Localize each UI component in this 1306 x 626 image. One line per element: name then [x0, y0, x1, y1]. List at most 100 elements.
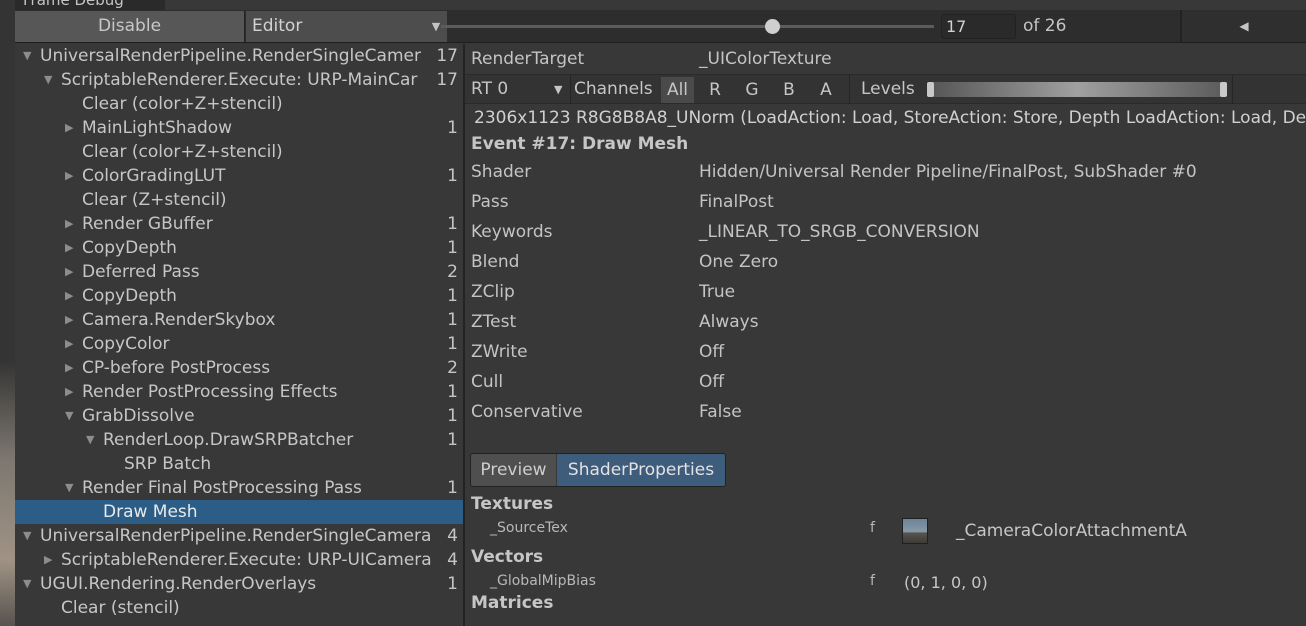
- tree-row-count: 1: [447, 286, 458, 306]
- triangle-right-icon[interactable]: ▶: [65, 308, 79, 332]
- triangle-right-icon[interactable]: ▶: [65, 284, 79, 308]
- triangle-down-icon[interactable]: ▼: [65, 476, 79, 500]
- texture-type: f: [870, 520, 875, 536]
- channel-button-b[interactable]: B: [774, 77, 804, 103]
- triangle-right-icon[interactable]: ▶: [65, 212, 79, 236]
- textures-heading: Textures: [471, 494, 554, 514]
- divider: [849, 75, 850, 104]
- texture-value: _CameraColorAttachmentA: [956, 521, 1187, 541]
- tree-row[interactable]: ▼ UniversalRenderPipeline.RenderSingleCam…: [15, 524, 463, 548]
- event-index-field[interactable]: 17: [941, 14, 1016, 39]
- texture-thumbnail[interactable]: [902, 518, 928, 544]
- tree-row-label: CopyDepth: [82, 286, 177, 306]
- triangle-down-icon[interactable]: ▼: [23, 572, 37, 596]
- tree-row[interactable]: ▶ Render GBuffer 1: [15, 212, 463, 236]
- tree-row[interactable]: ▼ RenderLoop.DrawSRPBatcher 1: [15, 428, 463, 452]
- vector-name: _GlobalMipBias: [490, 573, 596, 589]
- tree-row-count: 1: [447, 430, 458, 450]
- event-property-row: ZTest Always: [471, 312, 759, 332]
- event-property-row: Blend One Zero: [471, 252, 778, 272]
- tree-row[interactable]: ▼ UGUI.Rendering.RenderOverlays 1: [15, 572, 463, 596]
- event-slider-thumb[interactable]: [764, 19, 780, 34]
- render-target-row: RenderTarget _UIColorTexture: [471, 49, 832, 69]
- tree-row[interactable]: ▶ CopyDepth 1: [15, 284, 463, 308]
- tree-row[interactable]: Clear (Z+stencil): [15, 188, 463, 212]
- tree-row-count: 17: [436, 70, 458, 90]
- tree-row-count: 1: [447, 406, 458, 426]
- tree-row[interactable]: ▼ ScriptableRenderer.Execute: URP-MainCar…: [15, 68, 463, 92]
- background-window-strip: [0, 0, 15, 626]
- channels-label: Channels: [574, 79, 653, 99]
- triangle-right-icon[interactable]: ▶: [65, 356, 79, 380]
- tree-row[interactable]: ▶ MainLightShadow 1: [15, 116, 463, 140]
- tree-row[interactable]: ▶ Deferred Pass 2: [15, 260, 463, 284]
- tree-row-label: CP-before PostProcess: [82, 358, 271, 378]
- channel-button-all[interactable]: All: [661, 77, 694, 103]
- disable-button[interactable]: Disable: [15, 11, 245, 42]
- event-property-row: ZClip True: [471, 282, 735, 302]
- tree-row-label: Render PostProcessing Effects: [82, 382, 338, 402]
- tree-row[interactable]: Draw Mesh: [15, 500, 463, 524]
- triangle-down-icon[interactable]: ▼: [86, 428, 100, 452]
- triangle-right-icon[interactable]: ▶: [65, 164, 79, 188]
- tree-row-label: UGUI.Rendering.RenderOverlays: [40, 574, 317, 594]
- tree-row[interactable]: ▶ CP-before PostProcess 2: [15, 356, 463, 380]
- channel-button-g[interactable]: G: [737, 77, 767, 103]
- triangle-right-icon[interactable]: ▶: [65, 236, 79, 260]
- tree-row[interactable]: ▼ UniversalRenderPipeline.RenderSingleCam…: [15, 44, 463, 68]
- triangle-right-icon[interactable]: ▶: [44, 548, 58, 572]
- tree-row-label: UniversalRenderPipeline.RenderSingleCame…: [40, 526, 432, 546]
- toolbar: Disable Editor ▼ 17 of 26 ◀: [15, 10, 1306, 43]
- event-property-value: True: [699, 282, 736, 302]
- vector-type: f: [870, 573, 875, 589]
- tree-row[interactable]: ▶ Camera.RenderSkybox 1: [15, 308, 463, 332]
- tree-row[interactable]: ▶ ColorGradingLUT 1: [15, 164, 463, 188]
- levels-slider[interactable]: [927, 82, 1227, 97]
- tree-row[interactable]: ▶ Render PostProcessing Effects 1: [15, 380, 463, 404]
- tree-row[interactable]: ▶ CopyColor 1: [15, 332, 463, 356]
- tab-shader-properties[interactable]: ShaderProperties: [557, 454, 725, 486]
- tree-row[interactable]: ▼ Render Final PostProcessing Pass 1: [15, 476, 463, 500]
- tree-row-label: Render Final PostProcessing Pass: [82, 478, 362, 498]
- triangle-right-icon[interactable]: ▶: [65, 380, 79, 404]
- target-dropdown-label: Editor: [252, 16, 303, 36]
- levels-max-handle[interactable]: [1220, 82, 1227, 97]
- triangle-down-icon[interactable]: ▼: [65, 404, 79, 428]
- divider: [570, 75, 571, 104]
- tree-row-label: RenderLoop.DrawSRPBatcher: [103, 430, 354, 450]
- event-property-key: ZTest: [471, 312, 517, 332]
- tab-preview[interactable]: Preview: [471, 454, 556, 486]
- chevron-down-icon: ▼: [554, 83, 563, 96]
- triangle-down-icon[interactable]: ▼: [44, 68, 58, 92]
- rt-select-dropdown[interactable]: RT 0 ▼: [471, 75, 569, 104]
- event-property-row: Keywords _LINEAR_TO_SRGB_CONVERSION: [471, 222, 980, 242]
- triangle-down-icon[interactable]: ▼: [23, 44, 37, 68]
- event-property-row: Pass FinalPost: [471, 192, 774, 212]
- triangle-right-icon[interactable]: ▶: [65, 332, 79, 356]
- render-target-info: 2306x1123 R8G8B8A8_UNorm (LoadAction: Lo…: [474, 108, 1306, 128]
- tree-row[interactable]: Clear (stencil): [15, 596, 463, 620]
- tree-row-count: 2: [447, 262, 458, 282]
- tree-row[interactable]: Clear (color+Z+stencil): [15, 140, 463, 164]
- tree-row-label: CopyColor: [82, 334, 170, 354]
- channel-button-r[interactable]: R: [700, 77, 730, 103]
- matrices-heading: Matrices: [471, 593, 554, 613]
- tree-row-label: SRP Batch: [124, 454, 212, 474]
- levels-min-handle[interactable]: [927, 82, 934, 97]
- rt-select-value: RT 0: [471, 79, 509, 99]
- event-property-value: Off: [699, 372, 725, 392]
- tree-row-label: Deferred Pass: [82, 262, 200, 282]
- tree-row[interactable]: Clear (color+Z+stencil): [15, 92, 463, 116]
- event-slider-track[interactable]: [441, 25, 934, 28]
- tree-row[interactable]: ▶ CopyDepth 1: [15, 236, 463, 260]
- triangle-right-icon[interactable]: ▶: [65, 116, 79, 140]
- tree-row[interactable]: ▼ GrabDissolve 1: [15, 404, 463, 428]
- tree-row[interactable]: ▶ ScriptableRenderer.Execute: URP-UICamer…: [15, 548, 463, 572]
- triangle-right-icon[interactable]: ▶: [65, 260, 79, 284]
- channel-button-a[interactable]: A: [811, 77, 841, 103]
- window-tab[interactable]: Frame Debug: [15, 0, 165, 10]
- tree-row[interactable]: SRP Batch: [15, 452, 463, 476]
- triangle-down-icon[interactable]: ▼: [23, 524, 37, 548]
- previous-event-button[interactable]: ◀: [1182, 11, 1306, 42]
- target-dropdown[interactable]: Editor ▼: [246, 11, 447, 42]
